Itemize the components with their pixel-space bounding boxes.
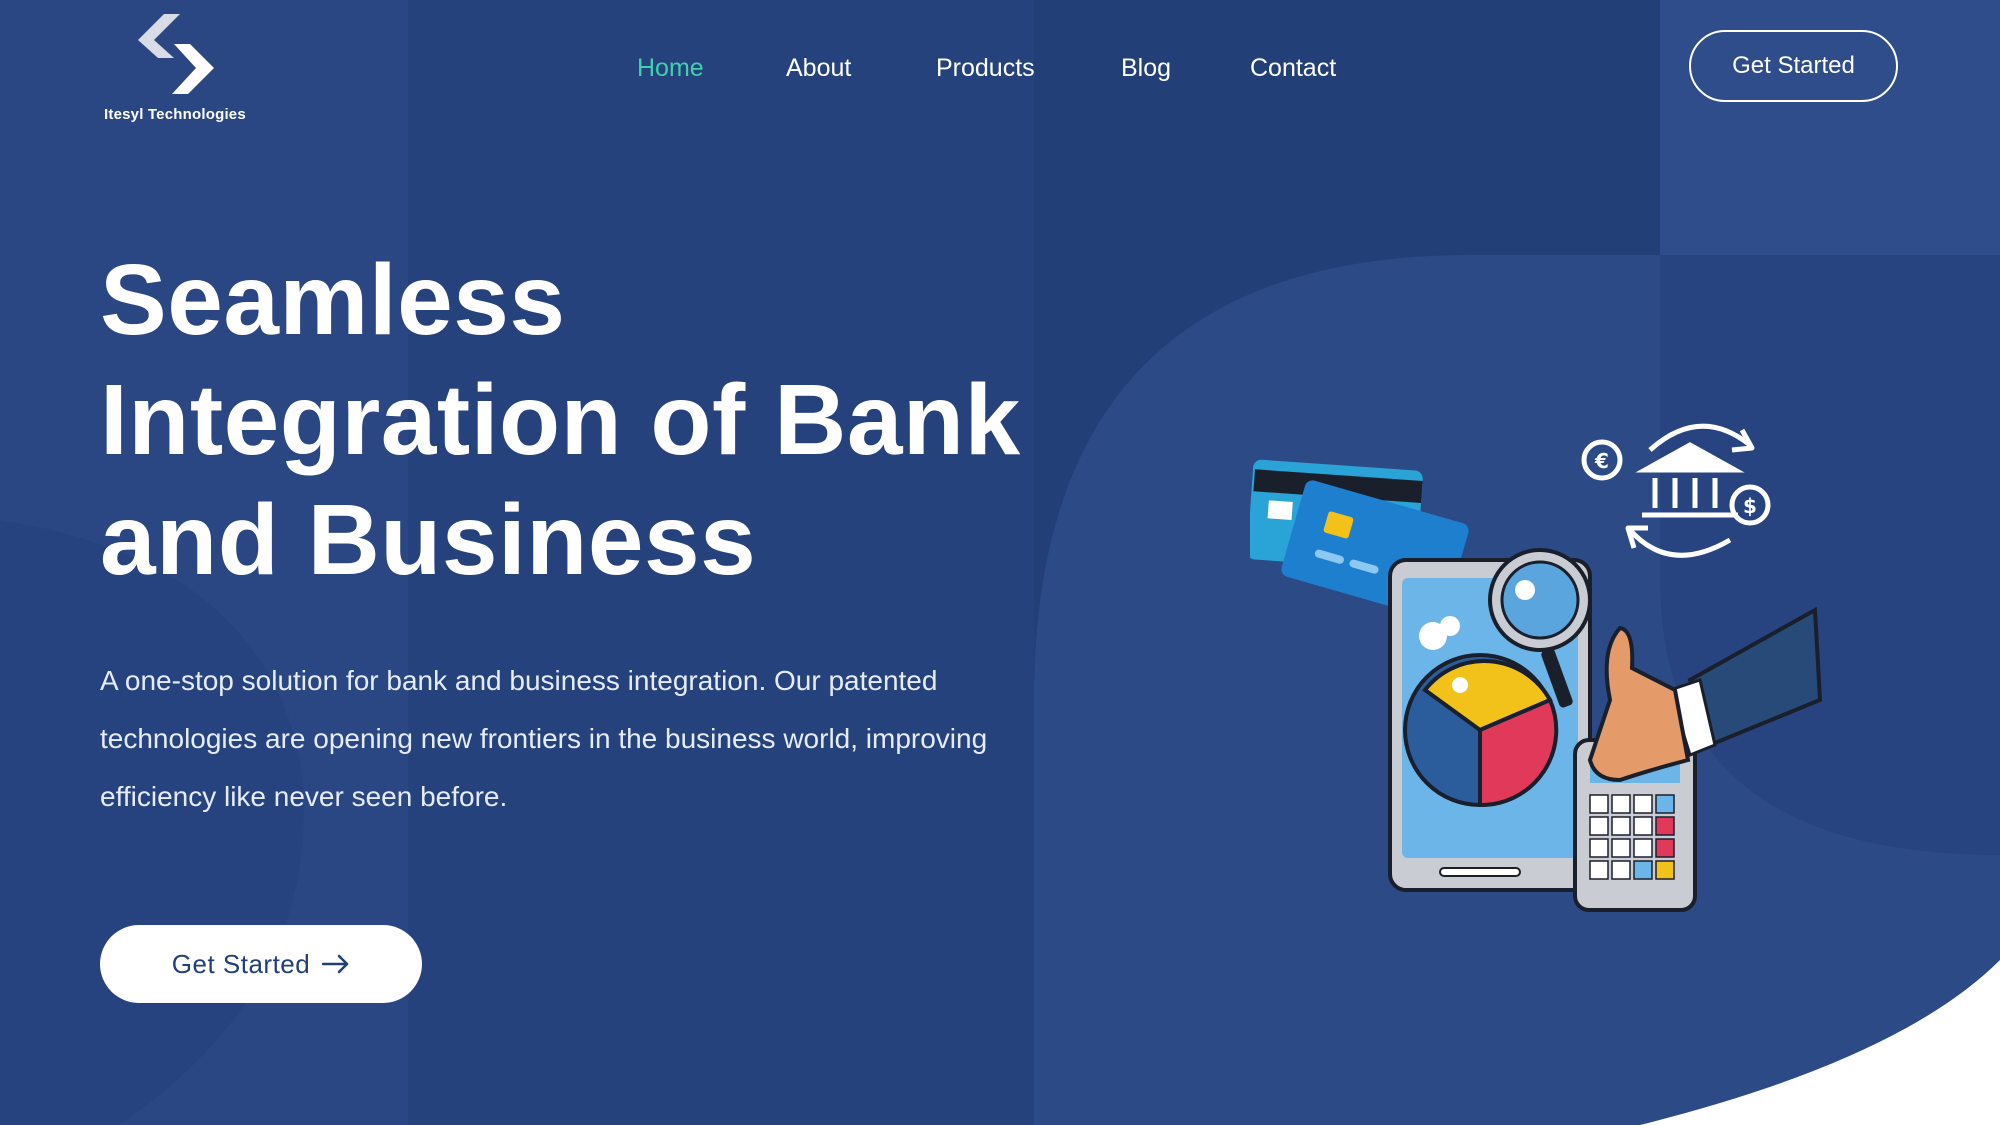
hero-title-line: Integration of Bank bbox=[100, 364, 1021, 476]
nav-products[interactable]: Products bbox=[936, 48, 1035, 88]
dollar-icon: $ bbox=[1743, 494, 1757, 518]
banking-illustration: € $ bbox=[1250, 423, 1823, 912]
brand-name: Itesyl Technologies bbox=[104, 106, 246, 123]
hero-title-line: and Business bbox=[100, 484, 757, 596]
hero-subtitle: A one-stop solution for bank and busines… bbox=[100, 652, 1080, 826]
hero-title-line: Seamless bbox=[100, 244, 566, 356]
nav-blog[interactable]: Blog bbox=[1121, 48, 1171, 88]
brand-logo[interactable]: Itesyl Technologies bbox=[100, 14, 260, 126]
thumbs-up-hand-icon bbox=[1587, 606, 1823, 783]
double-chevron-logo-icon bbox=[138, 14, 214, 94]
hero-subtitle-line: A one-stop solution for bank and busines… bbox=[100, 665, 938, 696]
nav-contact[interactable]: Contact bbox=[1250, 48, 1336, 88]
pie-chart-icon bbox=[1403, 653, 1559, 808]
hero-subtitle-line: technologies are opening new frontiers i… bbox=[100, 723, 988, 754]
euro-icon: € bbox=[1594, 449, 1609, 473]
nav-about[interactable]: About bbox=[786, 48, 851, 88]
hero-cta-label: Get Started bbox=[171, 948, 311, 979]
header-get-started-button[interactable]: Get Started bbox=[1689, 30, 1898, 102]
bank-exchange-icon bbox=[1581, 423, 1771, 558]
hero-title: Seamless Integration of Bank and Busines… bbox=[100, 240, 1100, 600]
hero-subtitle-line: efficiency like never seen before. bbox=[100, 781, 508, 812]
arrow-right-icon bbox=[322, 954, 349, 974]
hero-get-started-button[interactable]: Get Started bbox=[100, 925, 422, 1003]
nav-home[interactable]: Home bbox=[637, 48, 704, 88]
